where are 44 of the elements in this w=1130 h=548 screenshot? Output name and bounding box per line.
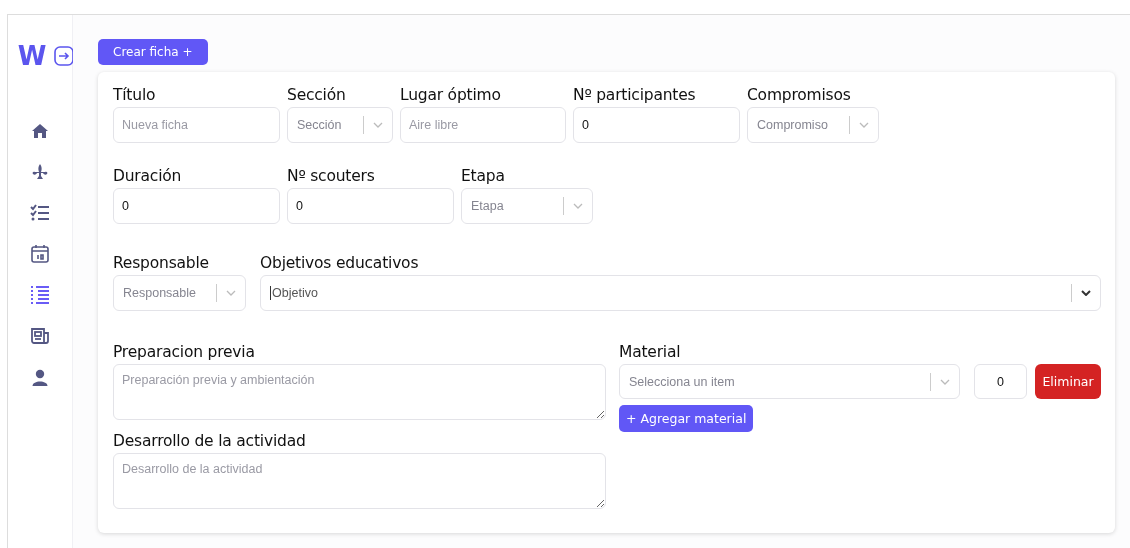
select-field[interactable]: Etapa bbox=[461, 188, 593, 224]
field-label: Compromisos bbox=[747, 86, 852, 104]
checklist-icon bbox=[30, 204, 50, 222]
newspaper-icon bbox=[31, 327, 49, 345]
text-field[interactable]: 0 bbox=[287, 188, 454, 224]
text-field[interactable]: Nueva ficha bbox=[113, 107, 280, 143]
expand-icon[interactable] bbox=[54, 46, 75, 66]
chevron-down-icon bbox=[373, 122, 383, 128]
text-field[interactable]: 0 bbox=[573, 107, 740, 143]
field-label: Objetivos educativos bbox=[260, 254, 420, 272]
chevron-down-icon bbox=[940, 378, 950, 385]
field-label: Título bbox=[113, 86, 157, 104]
field-label: Sección bbox=[287, 86, 347, 104]
select-field[interactable]: Responsable bbox=[113, 275, 246, 311]
calendar-icon bbox=[30, 244, 50, 264]
select-field[interactable]: Sección bbox=[287, 107, 393, 143]
chevron-down-icon bbox=[1081, 290, 1091, 296]
field-label: Nº scouters bbox=[287, 167, 376, 185]
chevron-down-icon bbox=[859, 122, 869, 128]
quantity-field[interactable]: 0 bbox=[974, 364, 1027, 399]
create-button[interactable]: Crear ficha + bbox=[98, 39, 208, 65]
field-label: Desarrollo de la actividad bbox=[113, 432, 307, 450]
add-material-button[interactable]: + Agregar material bbox=[619, 405, 754, 432]
field-label: Material bbox=[619, 343, 682, 361]
field-label: Lugar óptimo bbox=[400, 86, 502, 104]
delete-button[interactable]: Eliminar bbox=[1035, 364, 1101, 399]
home-icon bbox=[31, 123, 49, 139]
chevron-down-icon bbox=[226, 290, 236, 296]
text-area[interactable]: Preparación previa y ambientación bbox=[113, 364, 606, 420]
text-field[interactable]: 0 bbox=[113, 188, 280, 224]
field-label: Responsable bbox=[113, 254, 210, 272]
select-field[interactable]: Selecciona un item bbox=[619, 364, 960, 399]
user-icon bbox=[32, 368, 48, 386]
select-field[interactable]: Objetivo bbox=[260, 275, 1101, 311]
field-label: Duración bbox=[113, 167, 183, 185]
logo: W bbox=[17, 43, 47, 69]
chevron-down-icon bbox=[573, 203, 583, 209]
select-field[interactable]: Compromiso bbox=[747, 107, 879, 143]
field-label: Preparacion previa bbox=[113, 343, 256, 361]
list-icon bbox=[30, 286, 50, 304]
field-label: Nº participantes bbox=[573, 86, 697, 104]
field-label: Etapa bbox=[461, 167, 506, 185]
text-area[interactable]: Desarrollo de la actividad bbox=[113, 453, 606, 509]
text-field[interactable]: Aire libre bbox=[400, 107, 566, 143]
